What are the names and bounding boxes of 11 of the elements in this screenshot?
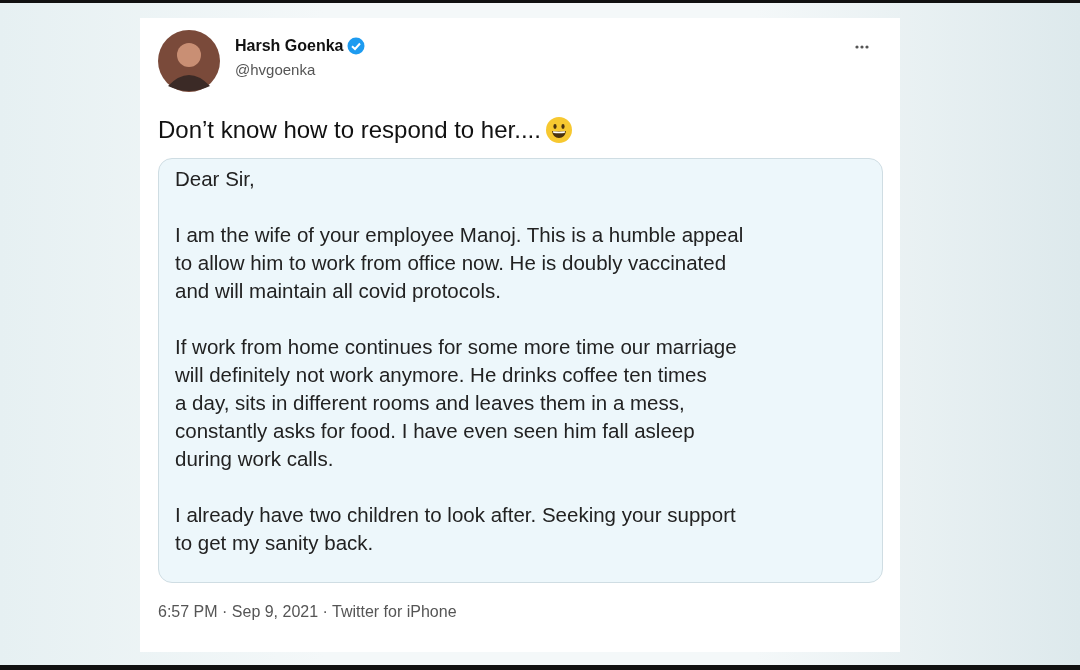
avatar[interactable] — [158, 30, 220, 92]
grinning-face-icon — [544, 116, 573, 144]
tweet-timestamp: 6:57 PM · Sep 9, 2021 · Twitter for iPhone — [158, 603, 458, 621]
author-handle[interactable]: @hvgoenka — [235, 61, 839, 78]
letter-salutation: Dear Sir, — [175, 166, 256, 192]
letter-paragraph: I already have two children to look after. Seeking your support to get my sanity back. — [175, 502, 737, 556]
tweet-text: Don’t know how to respond to her.... — [158, 116, 541, 144]
letter-paragraph: If work from home continues for some more time our marriage will definitely not work anymore. He drinks coffee ten times a day, sits in different rooms and leaves them in a mess, constantly asks for food. I have even seen him fall asleep during work calls. — [175, 334, 738, 472]
letter-paragraph: I am the wife of your employee Manoj. This is a humble appeal to allow him to work from office now. He is doubly vaccinated and will maintain all covid protocols. — [175, 222, 745, 304]
more-icon[interactable] — [854, 44, 870, 50]
author-name[interactable]: Harsh Goenka — [235, 37, 344, 55]
